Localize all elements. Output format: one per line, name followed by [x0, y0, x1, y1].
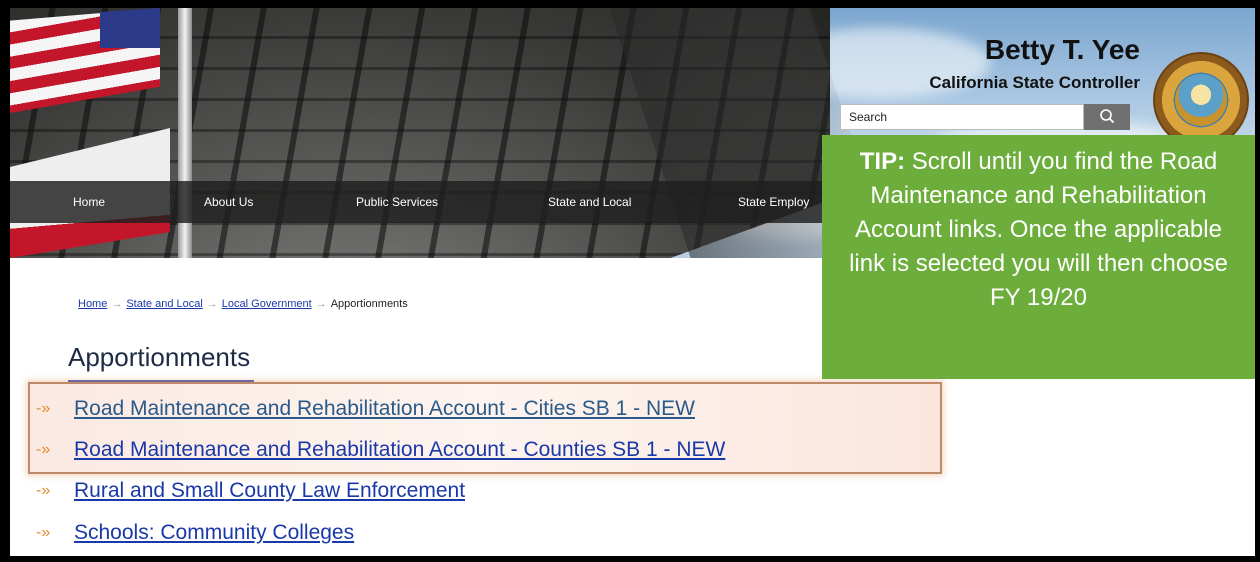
page-title: Apportionments [68, 342, 251, 372]
search-icon [1100, 109, 1115, 124]
nav-state-employees[interactable]: State Employ [738, 181, 809, 223]
search-button[interactable] [1084, 104, 1130, 130]
list-item: -» Rural and Small County Law Enforcemen… [30, 476, 465, 506]
controller-title: California State Controller [929, 73, 1140, 92]
breadcrumb-local-government[interactable]: Local Government [222, 298, 312, 310]
screenshot-frame: Betty T. Yee California State Controller… [10, 8, 1255, 556]
arrow-bullet-icon: -» [36, 441, 51, 458]
tip-callout: TIP: Scroll until you find the Road Main… [822, 135, 1255, 379]
breadcrumb: Home → State and Local → Local Government → Ap… [78, 298, 408, 310]
nav-public-services[interactable]: Public Services [356, 181, 438, 223]
controller-name: Betty T. Yee [984, 34, 1140, 65]
link-rmra-counties[interactable]: Road Maintenance and Rehabilitation Acco… [74, 438, 725, 462]
tip-prefix: TIP: [859, 148, 906, 175]
list-item: -» Schools: Community Colleges [30, 518, 354, 548]
arrow-bullet-icon: -» [36, 482, 51, 499]
arrow-bullet-icon: -» [36, 524, 51, 541]
list-item: -» Road Maintenance and Rehabilitation A… [30, 435, 725, 465]
link-rmra-cities[interactable]: Road Maintenance and Rehabilitation Acco… [74, 397, 695, 421]
nav-state-and-local[interactable]: State and Local [548, 181, 631, 223]
arrow-bullet-icon: -» [36, 400, 51, 417]
tip-text: Scroll until you find the Road Maintenan… [849, 148, 1228, 311]
breadcrumb-state-and-local[interactable]: State and Local [126, 298, 202, 310]
breadcrumb-home[interactable]: Home [78, 298, 107, 310]
list-item: -» Road Maintenance and Rehabilitation A… [30, 394, 695, 424]
breadcrumb-separator: → [111, 298, 123, 310]
breadcrumb-current: Apportionments [330, 298, 408, 310]
link-rural-small-county[interactable]: Rural and Small County Law Enforcement [74, 479, 465, 503]
nav-about-us[interactable]: About Us [204, 181, 253, 223]
link-schools-community-colleges[interactable]: Schools: Community Colleges [74, 521, 354, 545]
state-controller-seal-icon [1153, 52, 1249, 148]
main-nav: Home About Us Public Services State and … [10, 181, 850, 223]
search-input[interactable]: Search [840, 104, 1084, 130]
nav-home[interactable]: Home [73, 181, 105, 223]
